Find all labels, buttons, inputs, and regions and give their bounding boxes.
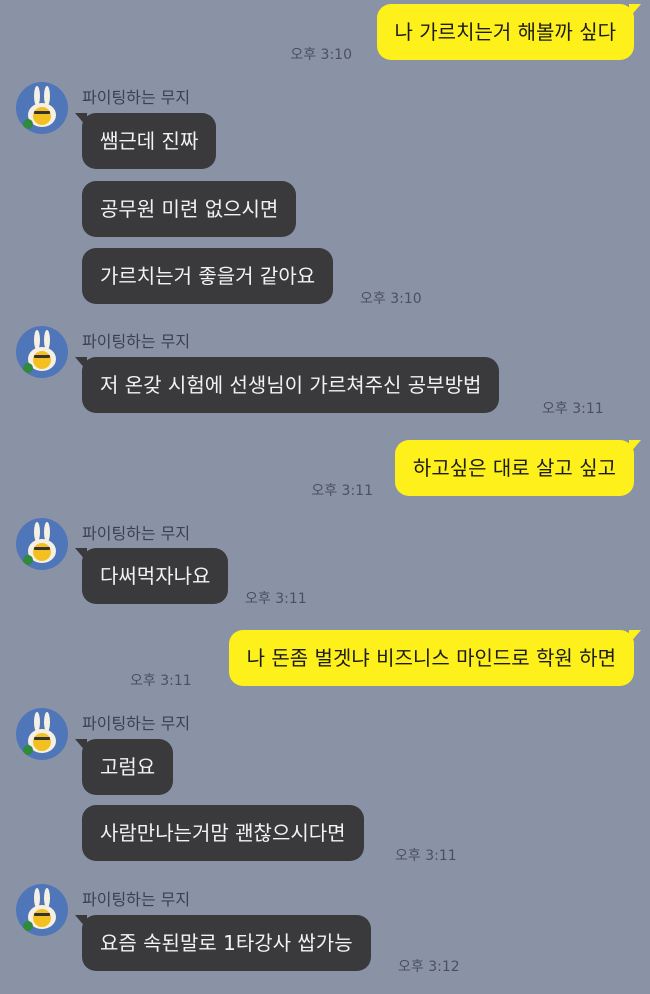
chat-message-list: 나 가르치는거 해볼까 싶다 오후 3:10 파이팅하는 무지 쌤근데 진짜 공… xyxy=(0,0,650,994)
avatar[interactable] xyxy=(16,708,68,760)
message-timestamp: 오후 3:11 xyxy=(542,401,604,417)
other-message-bubble[interactable]: 저 온갖 시험에 선생님이 가르쳐주신 공부방법 xyxy=(74,357,500,413)
message-timestamp: 오후 3:11 xyxy=(311,483,373,499)
sender-name: 파이팅하는 무지 xyxy=(82,714,191,733)
message-timestamp: 오후 3:11 xyxy=(245,591,307,607)
message-timestamp: 오후 3:12 xyxy=(398,959,460,975)
message-timestamp: 오후 3:11 xyxy=(130,673,192,689)
message-timestamp: 오후 3:10 xyxy=(290,47,352,63)
muzi-character-avatar-icon xyxy=(23,712,56,755)
my-message-bubble[interactable]: 나 가르치는거 해볼까 싶다 xyxy=(376,4,642,60)
other-message-bubble[interactable]: 고럼요 xyxy=(74,739,174,795)
sender-name: 파이팅하는 무지 xyxy=(82,524,191,543)
muzi-character-avatar-icon xyxy=(23,888,56,931)
avatar[interactable] xyxy=(16,518,68,570)
sender-name: 파이팅하는 무지 xyxy=(82,890,191,909)
message-timestamp: 오후 3:10 xyxy=(360,291,422,307)
muzi-character-avatar-icon xyxy=(23,522,56,565)
other-message-bubble[interactable]: 공무원 미련 없으시면 xyxy=(82,181,297,237)
my-message-bubble[interactable]: 하고싶은 대로 살고 싶고 xyxy=(394,440,642,496)
muzi-character-avatar-icon xyxy=(23,86,56,129)
avatar[interactable] xyxy=(16,82,68,134)
other-message-bubble[interactable]: 가르치는거 좋을거 같아요 xyxy=(82,248,334,304)
avatar[interactable] xyxy=(16,884,68,936)
other-message-bubble[interactable]: 사람만나는거맘 괜찮으시다면 xyxy=(82,805,364,861)
message-timestamp: 오후 3:11 xyxy=(395,848,457,864)
other-message-bubble[interactable]: 쌤근데 진짜 xyxy=(74,113,217,169)
muzi-character-avatar-icon xyxy=(23,330,56,373)
sender-name: 파이팅하는 무지 xyxy=(82,332,191,351)
other-message-bubble[interactable]: 요즘 속된말로 1타강사 쌉가능 xyxy=(75,915,371,971)
avatar[interactable] xyxy=(16,326,68,378)
my-message-bubble[interactable]: 나 돈좀 벌겟냐 비즈니스 마인드로 학원 하면 xyxy=(228,630,642,686)
other-message-bubble[interactable]: 다써먹자나요 xyxy=(74,548,229,604)
sender-name: 파이팅하는 무지 xyxy=(82,88,191,107)
